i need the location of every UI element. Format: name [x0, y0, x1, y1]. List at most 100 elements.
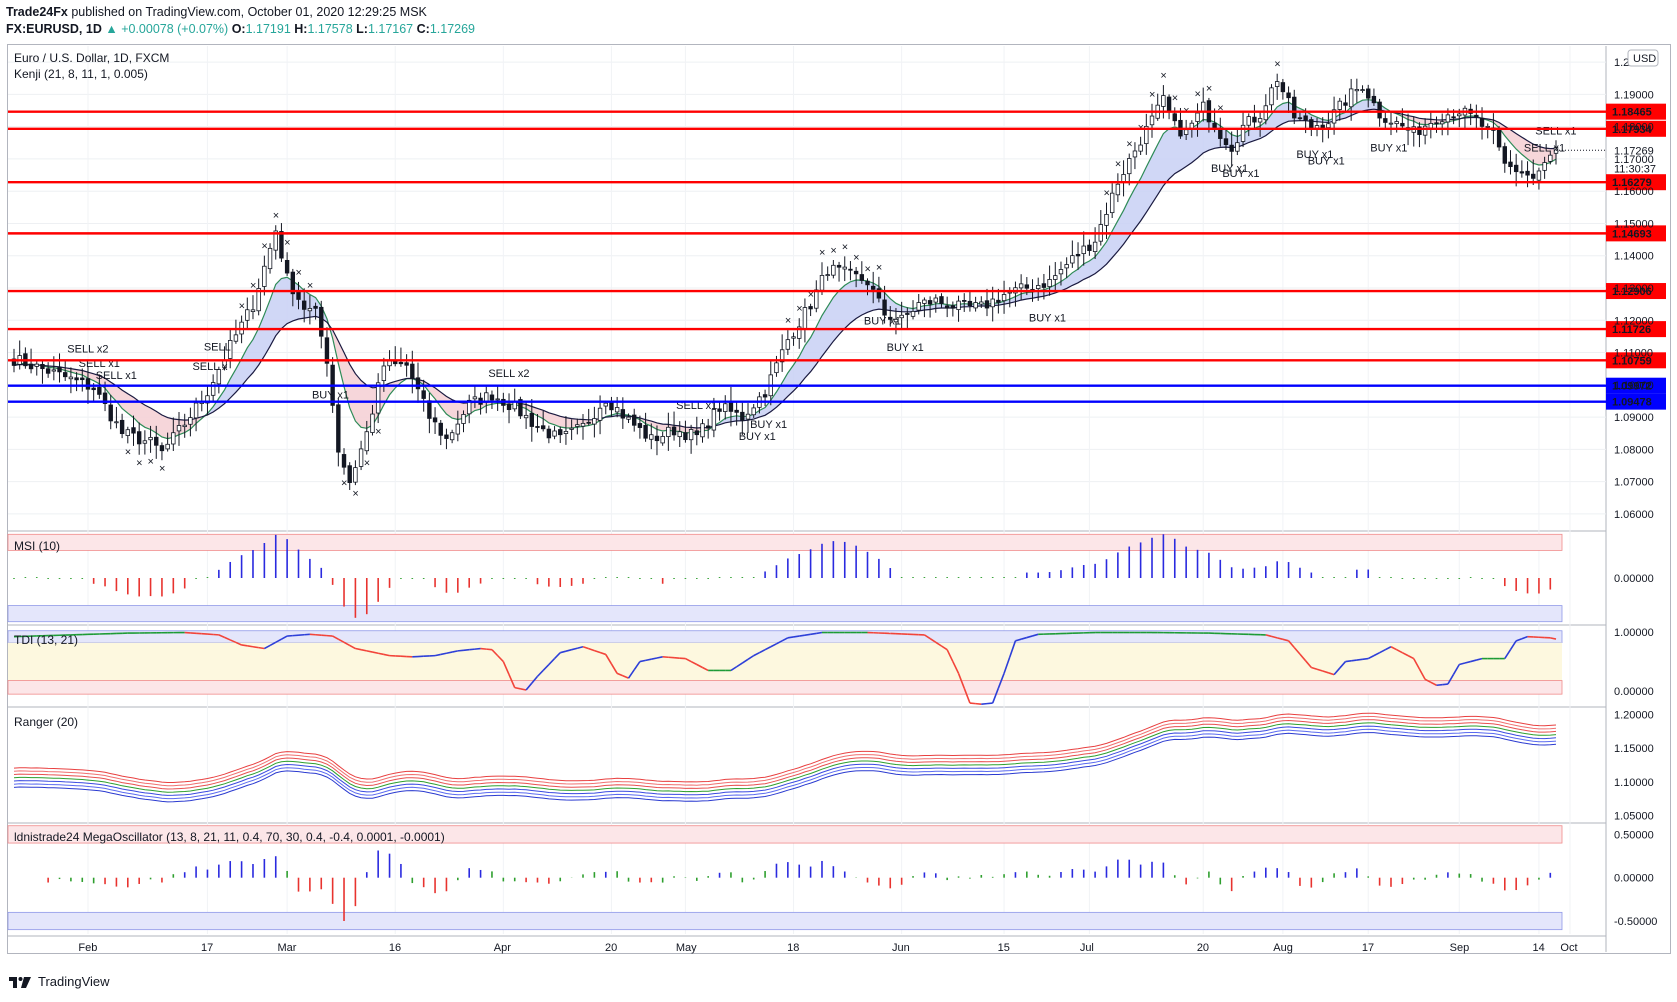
price-tick-label: 1.06000	[1614, 509, 1654, 521]
msi-oversold-zone	[7, 605, 1563, 623]
candle-bear	[643, 424, 648, 439]
candle-bear	[421, 390, 426, 399]
candle-bull	[1001, 294, 1007, 302]
price-tick-label: 1.13000	[1614, 283, 1654, 295]
sell-signal-mark: ×	[125, 446, 131, 458]
tdi-line-segment	[474, 647, 481, 650]
tdi-line-segment	[457, 649, 464, 652]
candle-bear	[967, 300, 973, 307]
sell-signal-mark: ×	[159, 463, 165, 475]
price-tick-label: 1.19000	[1614, 89, 1654, 101]
candle-bull	[1053, 275, 1058, 280]
candle-bear	[1474, 114, 1479, 118]
candle-bull	[114, 421, 119, 424]
candle-bull	[1235, 142, 1240, 152]
buy-signal-mark: ×	[1217, 103, 1223, 115]
candle-bear	[637, 423, 643, 428]
buy-signal-mark: ×	[853, 252, 859, 264]
candle-bull	[592, 418, 597, 425]
candle-bull	[1064, 264, 1069, 269]
tdi-line-segment	[810, 632, 817, 636]
tdi-lower-zone	[7, 680, 1563, 695]
mega-tick-label: 0.50000	[1614, 829, 1654, 841]
candle-bear	[410, 363, 415, 379]
candle-bull	[171, 432, 176, 445]
candle-bear	[279, 231, 284, 259]
candle-bear	[45, 368, 51, 374]
candle-bull	[814, 289, 819, 309]
candle-bull	[353, 467, 358, 483]
footer-brand[interactable]: TradingView	[38, 974, 110, 989]
candle-bull	[956, 300, 961, 311]
candle-bear	[347, 465, 352, 483]
tdi-line-segment	[480, 647, 487, 650]
tdi-line-segment	[969, 702, 976, 705]
candle-bear	[1400, 122, 1405, 127]
candle-bull	[148, 437, 153, 441]
sell-signal-mark: ×	[148, 456, 154, 468]
buy-signal-mark: ×	[284, 237, 290, 249]
current-price-label: 1.17269	[1614, 145, 1654, 157]
candle-bull	[825, 274, 830, 277]
candle-bear	[1223, 138, 1229, 146]
candle-bear	[705, 425, 711, 429]
candle-bear	[540, 425, 546, 430]
candle-bull	[688, 429, 694, 441]
candle-bull	[802, 307, 808, 330]
candle-bull	[1257, 118, 1263, 123]
candle-bear	[671, 426, 677, 436]
buy-signal-mark: ×	[1274, 59, 1280, 71]
candle-bear	[284, 259, 290, 274]
candle-bear	[1513, 164, 1519, 173]
candle-bull	[1149, 115, 1155, 126]
candle-bear	[136, 431, 142, 445]
tdi-line-segment	[247, 645, 254, 648]
candle-bear	[119, 419, 125, 435]
candle-bear	[427, 400, 432, 419]
candle-bull	[1388, 122, 1394, 125]
time-tick-label: 20	[1197, 942, 1209, 954]
candle-bull	[142, 440, 148, 444]
candle-bull	[1485, 125, 1490, 128]
buy-annotation: BUY x1	[887, 342, 924, 354]
candle-bear	[1075, 253, 1081, 257]
time-tick-label: 15	[998, 942, 1010, 954]
candle-bear	[1371, 95, 1377, 104]
tdi-line-segment	[486, 648, 493, 651]
mega-oversold-zone	[7, 911, 1563, 931]
candle-bull	[182, 424, 187, 428]
candle-bear	[506, 403, 512, 411]
tdi-line-segment	[986, 702, 993, 705]
tdi-line-segment	[252, 645, 259, 649]
candle-bear	[57, 367, 62, 373]
sell-signal-mark: ×	[352, 488, 358, 500]
candle-bear	[1252, 116, 1257, 123]
tdi-line-segment	[799, 634, 806, 637]
candle-bull	[358, 448, 364, 467]
buy-annotation: BUY x1	[739, 431, 776, 443]
time-tick-label: May	[676, 942, 697, 954]
tradingview-logo-icon[interactable]	[8, 975, 32, 989]
candle-bear	[870, 285, 876, 290]
candle-bull	[1092, 241, 1098, 252]
tdi-line-segment	[463, 648, 470, 652]
candle-bull	[1422, 125, 1428, 136]
sell-annotation: SELL x	[192, 361, 228, 373]
candle-bull	[250, 309, 256, 313]
chart-canvas[interactable]: ××××××××××××××××××××××××××××××××××××SELL…	[0, 0, 1677, 1002]
tdi-line-segment	[241, 644, 248, 647]
candle-bear	[694, 430, 700, 436]
price-tick-label: 1.09000	[1614, 412, 1654, 424]
candle-bull	[1195, 112, 1200, 122]
sell-signal-mark: ×	[364, 458, 370, 470]
time-tick-label: Feb	[78, 942, 97, 954]
buy-signal-mark: ×	[1195, 88, 1201, 100]
candle-bear	[950, 305, 956, 309]
candle-bull	[990, 298, 995, 308]
candle-bear	[558, 429, 563, 436]
candle-bear	[535, 426, 540, 428]
buy-signal-mark: ×	[876, 262, 882, 274]
candle-bear	[432, 417, 438, 423]
candle-bear	[85, 378, 91, 390]
candle-bear	[683, 432, 688, 441]
